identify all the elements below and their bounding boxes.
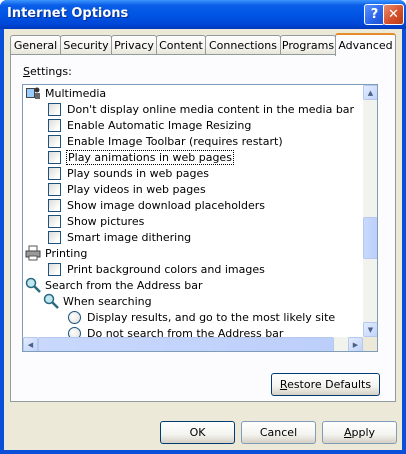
arrow-up-icon: ▲ bbox=[367, 88, 374, 97]
internet-options-window: Internet Options ? ✕ General Security Pr… bbox=[0, 0, 406, 454]
tab-programs[interactable]: Programs bbox=[280, 35, 336, 55]
button-label: Cancel bbox=[259, 426, 298, 439]
settings-tree-list[interactable]: Multimedia Don't display online media co… bbox=[22, 84, 378, 352]
tab-label: Advanced bbox=[338, 39, 393, 52]
multimedia-icon bbox=[26, 87, 40, 99]
advanced-tab-panel: Settings: Multimedia Don't display onlin… bbox=[10, 54, 396, 402]
option-label: Don't display online media content in th… bbox=[67, 102, 355, 116]
option-label: Play sounds in web pages bbox=[67, 166, 210, 180]
group-printing: Printing bbox=[25, 245, 87, 261]
scroll-up-button[interactable]: ▲ bbox=[363, 85, 377, 100]
button-label: Restore Defaults bbox=[279, 378, 372, 391]
tab-advanced[interactable]: Advanced bbox=[335, 33, 396, 56]
checkbox[interactable] bbox=[48, 102, 61, 116]
checkbox[interactable] bbox=[48, 150, 61, 164]
arrow-right-icon: ▶ bbox=[352, 340, 359, 349]
tab-label: Programs bbox=[281, 39, 335, 52]
option-smart-dithering[interactable]: Smart image dithering bbox=[48, 229, 191, 245]
ok-button[interactable]: OK bbox=[160, 421, 235, 444]
option-dont-display-online-media[interactable]: Don't display online media content in th… bbox=[48, 101, 354, 117]
horizontal-scrollbar[interactable]: ◀ ▶ bbox=[23, 337, 363, 351]
checkbox[interactable] bbox=[48, 230, 61, 244]
option-label: Show pictures bbox=[67, 214, 145, 228]
option-display-results[interactable]: Display results, and go to the most like… bbox=[68, 309, 335, 325]
horizontal-scroll-thumb[interactable] bbox=[38, 337, 334, 351]
arrow-down-icon: ▼ bbox=[367, 325, 374, 334]
tab-content[interactable]: Content bbox=[156, 35, 206, 55]
search-icon bbox=[25, 277, 41, 293]
option-show-pictures[interactable]: Show pictures bbox=[48, 213, 144, 229]
settings-label: Settings: bbox=[23, 65, 72, 78]
dialog-client-area: General Security Privacy Content Connect… bbox=[4, 29, 402, 450]
scrollbar-corner bbox=[363, 337, 377, 351]
tab-label: General bbox=[13, 39, 58, 52]
option-image-toolbar[interactable]: Enable Image Toolbar (requires restart) bbox=[48, 133, 283, 149]
option-do-not-search[interactable]: Do not search from the Address bar bbox=[68, 325, 283, 337]
arrow-left-icon: ◀ bbox=[27, 340, 34, 349]
checkbox[interactable] bbox=[48, 198, 61, 212]
tab-label: Security bbox=[63, 39, 109, 52]
checkbox[interactable] bbox=[48, 182, 61, 196]
apply-button[interactable]: Apply bbox=[322, 421, 397, 444]
cancel-button[interactable]: Cancel bbox=[241, 421, 316, 444]
option-print-background[interactable]: Print background colors and images bbox=[48, 261, 265, 277]
subgroup-when-searching: When searching bbox=[43, 293, 152, 309]
close-button[interactable]: ✕ bbox=[383, 4, 404, 25]
option-label: Smart image dithering bbox=[67, 230, 192, 244]
settings-rows: Multimedia Don't display online media co… bbox=[23, 85, 363, 337]
checkbox[interactable] bbox=[48, 134, 61, 148]
option-play-videos[interactable]: Play videos in web pages bbox=[48, 181, 206, 197]
scroll-left-button[interactable]: ◀ bbox=[23, 337, 38, 351]
tab-security[interactable]: Security bbox=[60, 35, 112, 55]
option-label: Play videos in web pages bbox=[67, 182, 206, 196]
tab-label: Connections bbox=[209, 39, 277, 52]
option-play-sounds[interactable]: Play sounds in web pages bbox=[48, 165, 209, 181]
tab-label: Privacy bbox=[114, 39, 154, 52]
option-label: Print background colors and images bbox=[67, 262, 265, 276]
checkbox[interactable] bbox=[48, 118, 61, 132]
option-label: Display results, and go to the most like… bbox=[87, 310, 336, 324]
group-label: Printing bbox=[45, 246, 88, 260]
option-play-animations[interactable]: Play animations in web pages bbox=[48, 149, 234, 165]
button-label: Apply bbox=[343, 426, 376, 439]
option-label: Do not search from the Address bar bbox=[87, 326, 284, 338]
group-search-address-bar: Search from the Address bar bbox=[25, 277, 202, 293]
option-label-focused: Play animations in web pages bbox=[66, 149, 234, 165]
group-multimedia: Multimedia bbox=[25, 85, 106, 101]
option-label: Enable Image Toolbar (requires restart) bbox=[67, 134, 283, 148]
tab-label: Content bbox=[159, 39, 203, 52]
help-button[interactable]: ? bbox=[364, 4, 385, 25]
radio-button[interactable] bbox=[68, 326, 81, 337]
checkbox[interactable] bbox=[48, 214, 61, 228]
search-icon bbox=[43, 293, 59, 309]
checkbox[interactable] bbox=[48, 166, 61, 180]
vertical-scrollbar[interactable]: ▲ ▼ bbox=[363, 85, 377, 337]
tab-privacy[interactable]: Privacy bbox=[111, 35, 157, 55]
option-auto-image-resizing[interactable]: Enable Automatic Image Resizing bbox=[48, 117, 251, 133]
radio-button[interactable] bbox=[68, 310, 81, 324]
restore-defaults-button[interactable]: Restore Defaults bbox=[271, 373, 380, 396]
scroll-down-button[interactable]: ▼ bbox=[363, 322, 377, 337]
option-download-placeholders[interactable]: Show image download placeholders bbox=[48, 197, 265, 213]
group-label: Search from the Address bar bbox=[45, 278, 203, 292]
option-label: Show image download placeholders bbox=[67, 198, 265, 212]
checkbox[interactable] bbox=[48, 262, 61, 276]
title-bar[interactable]: Internet Options ? ✕ bbox=[0, 0, 406, 29]
close-icon: ✕ bbox=[388, 7, 399, 22]
group-label: When searching bbox=[63, 294, 152, 308]
tab-general[interactable]: General bbox=[10, 35, 61, 55]
window-title: Internet Options bbox=[7, 6, 129, 21]
group-label: Multimedia bbox=[45, 86, 107, 100]
printer-icon bbox=[25, 245, 41, 261]
help-icon: ? bbox=[370, 7, 379, 22]
tab-connections[interactable]: Connections bbox=[205, 35, 281, 55]
tab-strip: General Security Privacy Content Connect… bbox=[10, 33, 396, 56]
option-label: Enable Automatic Image Resizing bbox=[67, 118, 252, 132]
scroll-right-button[interactable]: ▶ bbox=[348, 337, 363, 351]
button-label: OK bbox=[189, 426, 206, 439]
vertical-scroll-thumb[interactable] bbox=[363, 217, 377, 259]
